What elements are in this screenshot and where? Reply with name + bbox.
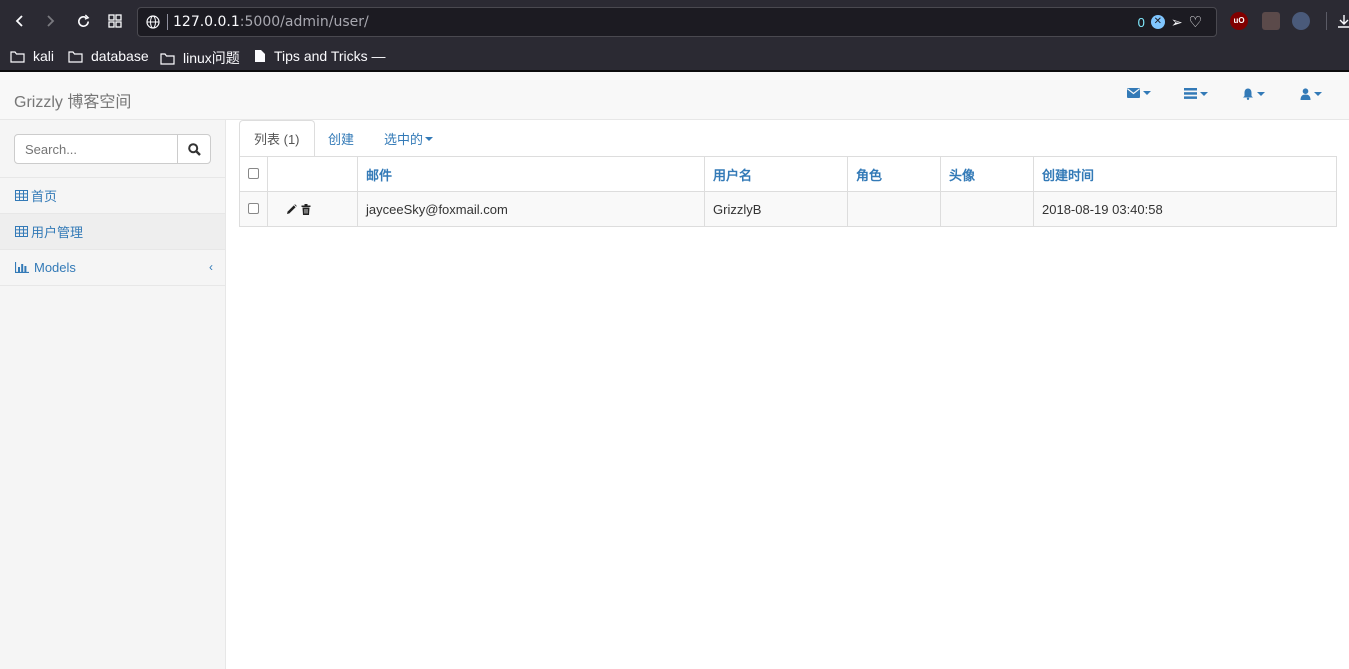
cell-email: jayceeSky@foxmail.com	[357, 191, 705, 227]
chevron-left-icon[interactable]: ‹	[209, 260, 213, 274]
sidebar-search	[0, 120, 225, 178]
envelope-icon	[1127, 88, 1140, 98]
bookmark-database[interactable]: database	[68, 48, 149, 64]
url-actions: 0 ✕ ➢ ♡	[1137, 13, 1202, 32]
mail-menu[interactable]	[1127, 88, 1151, 98]
table-row: jayceeSky@foxmail.com GrizzlyB 2018-08-1…	[239, 191, 1337, 227]
sidebar-item-label: 首页	[31, 189, 58, 204]
send-icon[interactable]: ➢	[1171, 14, 1183, 31]
browser-chrome: 127.0.0.1:5000/admin/user/ 0 ✕ ➢ ♡ uO ka…	[0, 0, 1349, 72]
row-checkbox[interactable]	[248, 202, 259, 214]
cell-role	[847, 191, 941, 227]
column-header-email[interactable]: 邮件	[357, 156, 705, 192]
pencil-icon[interactable]	[286, 203, 297, 215]
search-input[interactable]	[14, 134, 178, 164]
back-icon[interactable]	[8, 9, 32, 33]
row-select-cell	[239, 191, 268, 227]
user-menu[interactable]	[1300, 88, 1322, 100]
column-header-role[interactable]: 角色	[847, 156, 941, 192]
column-header-avatar[interactable]: 头像	[940, 156, 1034, 192]
header-label: 邮件	[366, 167, 393, 183]
list-icon	[1184, 88, 1197, 99]
notification-menu[interactable]	[1242, 88, 1265, 100]
tab-label: 列表 (1)	[254, 132, 300, 147]
cell-username: GrizzlyB	[704, 191, 848, 227]
column-header-created[interactable]: 创建时间	[1033, 156, 1337, 192]
bookmark-linux[interactable]: linux问题	[160, 48, 240, 68]
toolbar-divider	[1326, 12, 1327, 30]
list-menu[interactable]	[1184, 88, 1208, 99]
table-icon	[15, 190, 28, 201]
bar-chart-icon	[15, 262, 29, 273]
row-actions	[276, 203, 349, 215]
table-header-row: 邮件 用户名 角色 头像 创建时间	[239, 156, 1337, 192]
folder-icon	[10, 50, 25, 63]
folder-icon	[160, 52, 175, 65]
user-table: 邮件 用户名 角色 头像 创建时间 jayceeSky@foxmail.com …	[239, 156, 1337, 227]
bookmark-tips[interactable]: Tips and Tricks —	[254, 48, 386, 64]
view-tabs: 列表 (1) 创建 选中的	[239, 120, 1337, 157]
bookmark-label: database	[91, 48, 149, 64]
cell-avatar	[940, 191, 1034, 227]
tabs-grid-icon[interactable]	[103, 9, 127, 33]
search-button[interactable]	[177, 134, 211, 164]
actions-header	[267, 156, 358, 192]
sidebar-item-users[interactable]: 用户管理	[0, 214, 225, 250]
browser-toolbar: 127.0.0.1:5000/admin/user/ 0 ✕ ➢ ♡ uO	[0, 0, 1349, 42]
header-label: 角色	[856, 167, 883, 183]
tab-selected-actions[interactable]: 选中的	[370, 120, 447, 157]
bookmark-label: linux问题	[183, 50, 240, 66]
table-icon	[15, 226, 28, 237]
caret-icon	[1143, 91, 1151, 95]
search-icon	[187, 142, 201, 156]
forward-icon[interactable]	[38, 9, 62, 33]
ublock-icon[interactable]: uO	[1230, 12, 1248, 30]
sidebar-item-label: Models	[34, 260, 76, 275]
trash-icon[interactable]	[301, 203, 311, 215]
tracker-shield-icon[interactable]: ✕	[1150, 15, 1165, 29]
user-icon	[1300, 88, 1311, 100]
bookmark-label: Tips and Tricks —	[274, 48, 386, 64]
folder-icon	[68, 50, 83, 63]
address-bar[interactable]: 127.0.0.1:5000/admin/user/ 0 ✕ ➢ ♡	[137, 7, 1217, 37]
caret-icon	[425, 136, 434, 141]
header-label: 用户名	[713, 167, 753, 183]
header-label: 创建时间	[1042, 167, 1095, 183]
select-all-cell	[239, 156, 268, 192]
tracker-count: 0	[1137, 14, 1145, 30]
tab-label: 选中的	[384, 132, 424, 147]
heart-icon[interactable]: ♡	[1189, 13, 1202, 31]
caret-icon	[1314, 92, 1322, 96]
row-actions-cell	[267, 191, 358, 227]
top-navbar: Grizzly 博客空间	[0, 72, 1349, 120]
profile-extension-icon[interactable]	[1292, 12, 1310, 30]
bell-icon	[1243, 88, 1253, 100]
url-text[interactable]: 127.0.0.1:5000/admin/user/	[173, 14, 369, 30]
file-icon	[255, 50, 265, 62]
extension-icon[interactable]	[1262, 12, 1280, 30]
column-header-username[interactable]: 用户名	[704, 156, 848, 192]
tab-label: 创建	[328, 132, 355, 147]
sidebar: 首页 用户管理 Models ‹	[0, 120, 226, 669]
url-path: :5000/admin/user/	[239, 14, 369, 30]
brand[interactable]: Grizzly 博客空间	[14, 88, 131, 112]
tab-create[interactable]: 创建	[314, 120, 368, 157]
globe-icon	[146, 15, 160, 29]
cell-created: 2018-08-19 03:40:58	[1033, 191, 1337, 227]
download-icon[interactable]	[1332, 9, 1349, 33]
header-label: 头像	[949, 167, 976, 183]
bookmark-label: kali	[33, 48, 55, 64]
caret-icon	[1257, 92, 1265, 96]
reload-icon[interactable]	[71, 9, 95, 33]
tab-list[interactable]: 列表 (1)	[239, 120, 315, 157]
sidebar-item-label: 用户管理	[31, 225, 84, 240]
select-all-checkbox[interactable]	[248, 167, 259, 179]
url-separator	[167, 14, 168, 30]
caret-icon	[1200, 91, 1208, 96]
url-host: 127.0.0.1	[173, 14, 240, 30]
sidebar-item-models[interactable]: Models ‹	[0, 250, 225, 286]
sidebar-item-home[interactable]: 首页	[0, 178, 225, 214]
bookmark-kali[interactable]: kali	[10, 48, 54, 64]
bookmarks-bar: kali database linux问题 Tips and Tricks —	[0, 42, 1349, 70]
